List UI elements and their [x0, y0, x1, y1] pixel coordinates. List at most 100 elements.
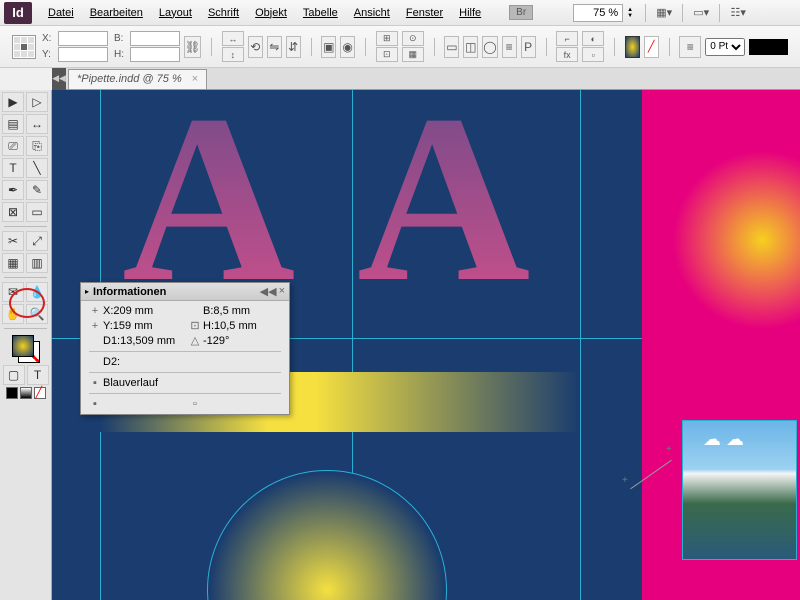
- wrap-shape-icon[interactable]: ◯: [482, 36, 497, 58]
- scale-x-icon[interactable]: ↔: [222, 31, 244, 46]
- info-x: X:209 mm: [103, 305, 153, 317]
- line-tool[interactable]: ╲: [26, 158, 48, 178]
- apply-color-icon[interactable]: [6, 387, 18, 399]
- flip-v-icon[interactable]: ⇵: [286, 36, 301, 58]
- cursor-marker-icon: +: [622, 475, 628, 486]
- pasteboard-area: [642, 90, 800, 600]
- separator: [4, 277, 47, 278]
- dropdown-icon[interactable]: [627, 6, 639, 20]
- eyedropper-tool[interactable]: 💧: [26, 282, 48, 302]
- content-collector-tool[interactable]: ⎚: [2, 136, 24, 156]
- menu-window[interactable]: Fenster: [398, 7, 451, 19]
- stroke-weight-select[interactable]: 0 Pt: [705, 38, 745, 56]
- pen-tool[interactable]: ✒: [2, 180, 24, 200]
- gradient-circle[interactable]: [207, 470, 447, 600]
- menu-help[interactable]: Hilfe: [451, 7, 489, 19]
- type-path-icon[interactable]: P: [521, 36, 536, 58]
- arrange-icon[interactable]: ☷▾: [726, 4, 750, 22]
- x-input[interactable]: [58, 31, 108, 46]
- guide[interactable]: [580, 90, 581, 600]
- menu-file[interactable]: Datei: [40, 7, 82, 19]
- y-input[interactable]: [58, 47, 108, 62]
- y-label: Y:: [42, 49, 56, 60]
- apply-gradient-icon[interactable]: [20, 387, 32, 399]
- info-d1: D1:13,509 mm: [103, 335, 175, 347]
- gradient-feather-tool[interactable]: ▥: [26, 253, 48, 273]
- formatting-text-icon[interactable]: T: [27, 365, 49, 385]
- panel-menu-icon[interactable]: ◀◀: [260, 285, 277, 298]
- wrap-jump-icon[interactable]: ≡: [502, 36, 517, 58]
- bridge-badge[interactable]: Br: [509, 5, 533, 20]
- zoom-input[interactable]: [573, 4, 623, 22]
- photo-frame[interactable]: [682, 420, 797, 560]
- info-panel-body: +X:209 mm B:8,5 mm +Y:159 mm ⊡H:10,5 mm …: [81, 301, 289, 414]
- zoom-tool[interactable]: 🔍: [26, 304, 48, 324]
- menu-edit[interactable]: Bearbeiten: [82, 7, 151, 19]
- fill-frame-icon[interactable]: ▦: [402, 47, 424, 62]
- drop-shadow-icon[interactable]: ▫: [582, 47, 604, 62]
- menu-font[interactable]: Schrift: [200, 7, 247, 19]
- pencil-tool[interactable]: ✎: [26, 180, 48, 200]
- fit-content-icon[interactable]: ⊞: [376, 31, 398, 46]
- corner-icon[interactable]: ⌐: [556, 31, 578, 46]
- document-tab[interactable]: *Pipette.indd @ 75 % ×: [68, 69, 207, 89]
- fill-stroke-swatch[interactable]: [12, 335, 40, 363]
- stroke-swatch-icon[interactable]: ╱: [644, 36, 659, 58]
- scale-y-icon[interactable]: ↕: [222, 47, 244, 62]
- collapse-icon[interactable]: ▸: [85, 287, 89, 296]
- note-tool[interactable]: ✉: [2, 282, 24, 302]
- fit-frame-icon[interactable]: ⊡: [376, 47, 398, 62]
- wrap-none-icon[interactable]: ▭: [444, 36, 459, 58]
- selection-tool[interactable]: ▶: [2, 92, 24, 112]
- swatch-icon: ▪: [89, 377, 101, 389]
- close-tab-icon[interactable]: ×: [192, 73, 198, 85]
- h-input[interactable]: [130, 47, 180, 62]
- fill-color-swatch[interactable]: [12, 335, 34, 357]
- app-badge-icon: Id: [4, 2, 32, 24]
- info-panel[interactable]: ▸ Informationen ◀◀ × +X:209 mm B:8,5 mm …: [80, 282, 290, 415]
- menu-table[interactable]: Tabelle: [295, 7, 346, 19]
- rectangle-frame-tool[interactable]: ⊠: [2, 202, 24, 222]
- info-panel-header[interactable]: ▸ Informationen ◀◀ ×: [81, 283, 289, 301]
- screen-mode-icon[interactable]: ▭▾: [689, 4, 713, 22]
- w-input[interactable]: [130, 31, 180, 46]
- effects-icon[interactable]: fx: [556, 47, 578, 62]
- hand-tool[interactable]: ✋: [2, 304, 24, 324]
- flip-h-icon[interactable]: ⇋: [267, 36, 282, 58]
- free-transform-tool[interactable]: ⤢: [26, 231, 48, 251]
- formatting-container-icon[interactable]: ▢: [3, 365, 25, 385]
- menu-object[interactable]: Objekt: [247, 7, 295, 19]
- panel-toggle-icon[interactable]: ◀◀: [52, 68, 66, 90]
- tool-panel: ▶▷ ▤↔ ⎚⎘ T╲ ✒✎ ⊠▭ ✂⤢ ▦▥ ✉💧 ✋🔍 ▢T ╱: [0, 90, 52, 600]
- select-container-icon[interactable]: ▣: [321, 36, 336, 58]
- type-tool[interactable]: T: [2, 158, 24, 178]
- fill-icon: ▪: [89, 398, 101, 410]
- gap-tool[interactable]: ↔: [26, 114, 48, 134]
- fill-swatch-icon[interactable]: [625, 36, 640, 58]
- rectangle-tool[interactable]: ▭: [26, 202, 48, 222]
- zoom-control[interactable]: [573, 4, 639, 22]
- scissors-tool[interactable]: ✂: [2, 231, 24, 251]
- letter-graphic[interactable]: A: [357, 90, 530, 336]
- apply-none-icon[interactable]: ╱: [34, 387, 46, 399]
- separator: [311, 38, 312, 56]
- crosshair-icon: +: [89, 305, 101, 317]
- direct-selection-tool[interactable]: ▷: [26, 92, 48, 112]
- magenta-circle[interactable]: [672, 150, 800, 330]
- panel-close-icon[interactable]: ×: [279, 285, 285, 298]
- center-content-icon[interactable]: ⊙: [402, 31, 424, 46]
- page-tool[interactable]: ▤: [2, 114, 24, 134]
- info-panel-title: Informationen: [93, 286, 166, 298]
- wrap-bbox-icon[interactable]: ◫: [463, 36, 478, 58]
- rotate-icon[interactable]: ⟲: [248, 36, 263, 58]
- menu-layout[interactable]: Layout: [151, 7, 200, 19]
- opacity-icon[interactable]: ◐: [582, 31, 604, 46]
- content-placer-tool[interactable]: ⎘: [26, 136, 48, 156]
- constrain-icon[interactable]: ⛓: [184, 36, 201, 58]
- menu-view[interactable]: Ansicht: [346, 7, 398, 19]
- view-options-icon[interactable]: ▦▾: [652, 4, 676, 22]
- stroke-style-preview[interactable]: [749, 39, 788, 55]
- reference-point[interactable]: [12, 35, 36, 59]
- select-content-icon[interactable]: ◉: [340, 36, 355, 58]
- gradient-swatch-tool[interactable]: ▦: [2, 253, 24, 273]
